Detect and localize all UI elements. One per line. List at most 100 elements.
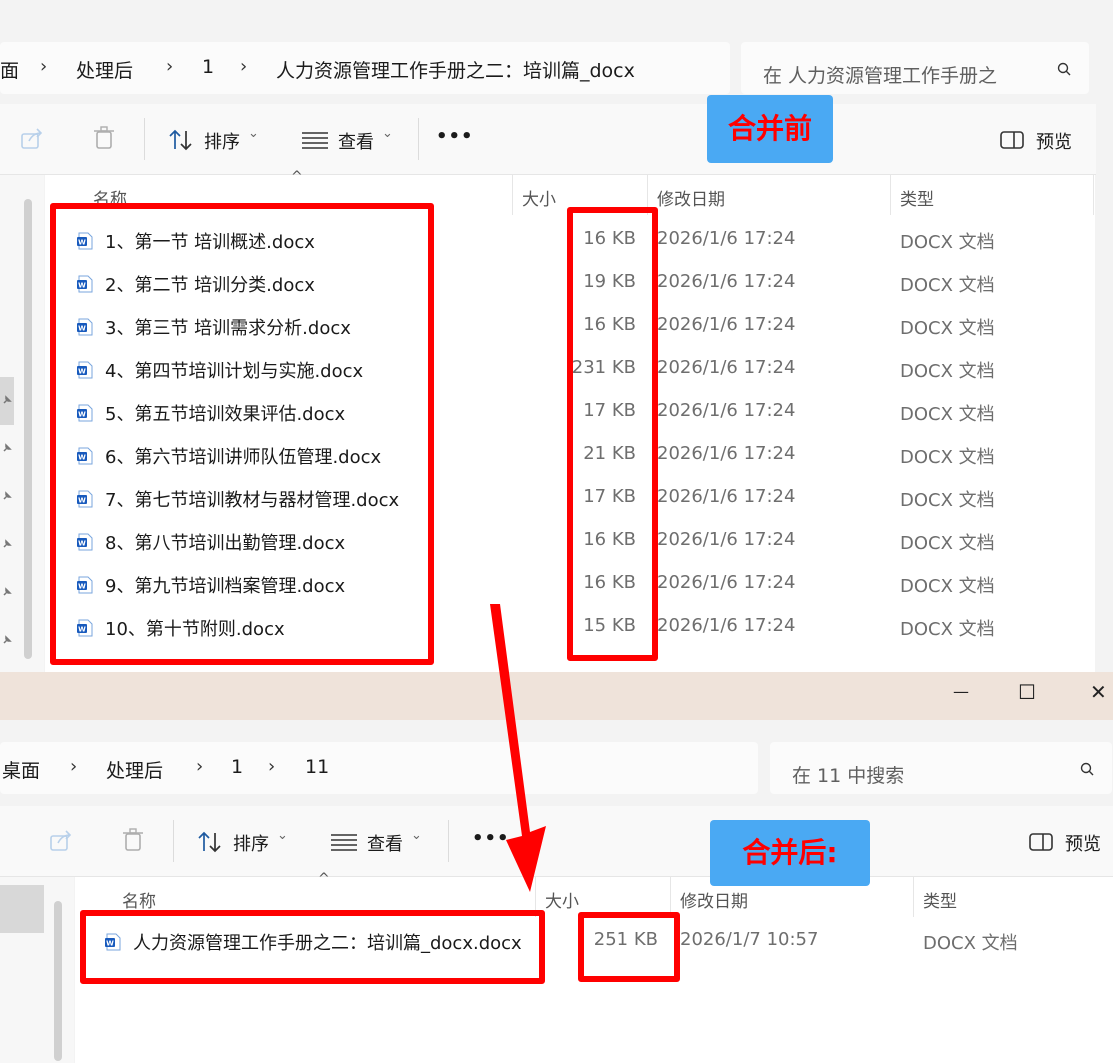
highlight-box-sizes [567, 207, 658, 661]
annotation-before-label: 合并前 [707, 95, 833, 163]
chevron-down-icon: ⌄ [277, 828, 288, 843]
column-header-type[interactable]: 类型 [923, 887, 957, 912]
share-icon[interactable] [20, 128, 44, 150]
pin-icon [3, 395, 12, 404]
search-box[interactable]: 在 11 中搜索 [770, 742, 1112, 794]
view-label: 查看 [367, 834, 403, 855]
nav-selected-item[interactable] [0, 885, 44, 933]
chevron-right-icon: › [166, 56, 174, 77]
minimize-button[interactable]: — [953, 682, 969, 701]
pin-icon [3, 635, 12, 644]
breadcrumb-desktop[interactable]: 桌面 [2, 756, 40, 783]
close-button[interactable]: ✕ [1090, 680, 1107, 704]
preview-label: 预览 [1065, 834, 1101, 855]
sort-label: 排序 [233, 834, 269, 855]
column-divider[interactable] [913, 877, 914, 917]
file-date: 2026/1/6 17:24 [657, 271, 796, 292]
arrow-annotation [490, 604, 546, 892]
column-divider[interactable] [890, 175, 891, 215]
file-date: 2026/1/6 17:24 [657, 615, 796, 636]
file-type: DOCX 文档 [900, 576, 995, 597]
column-header-date[interactable]: 修改日期 [657, 185, 725, 210]
chevron-down-icon: ⌄ [248, 126, 259, 141]
column-header-type[interactable]: 类型 [900, 185, 934, 210]
highlight-box-merged-filename [80, 910, 545, 984]
breadcrumb-desktop[interactable]: 面 [0, 56, 19, 83]
breadcrumb-current-folder[interactable]: 人力资源管理工作手册之二：培训篇_docx [276, 56, 635, 83]
file-type: DOCX 文档 [900, 404, 995, 425]
nav-scrollbar[interactable] [24, 199, 32, 659]
view-list-icon [331, 834, 357, 851]
pin-icon [3, 587, 12, 596]
view-label: 查看 [338, 132, 374, 153]
column-divider[interactable] [512, 175, 513, 215]
file-date: 2026/1/6 17:24 [657, 443, 796, 464]
column-divider[interactable] [1093, 175, 1094, 215]
file-date: 2026/1/7 10:57 [680, 929, 819, 950]
sort-icon [169, 129, 192, 151]
preview-label: 预览 [1036, 132, 1072, 153]
file-date: 2026/1/6 17:24 [657, 572, 796, 593]
file-type: DOCX 文档 [923, 933, 1018, 954]
delete-icon[interactable] [122, 828, 144, 852]
breadcrumb-1[interactable]: 1 [231, 756, 243, 778]
more-options-button[interactable]: ••• [436, 126, 474, 147]
column-divider[interactable] [670, 877, 671, 917]
maximize-button[interactable]: ☐ [1018, 680, 1036, 704]
breadcrumb-processed[interactable]: 处理后 [106, 756, 163, 783]
file-date: 2026/1/6 17:24 [657, 357, 796, 378]
search-icon [1057, 62, 1071, 76]
breadcrumb-processed[interactable]: 处理后 [76, 56, 133, 83]
file-type: DOCX 文档 [900, 318, 995, 339]
file-type: DOCX 文档 [900, 275, 995, 296]
pin-icon [3, 491, 12, 500]
chevron-down-icon: ⌄ [411, 828, 422, 843]
pin-icon [3, 539, 12, 548]
toolbar-divider [144, 118, 145, 160]
share-icon[interactable] [49, 830, 73, 852]
sort-arrow-icon: ^ [318, 871, 330, 887]
sort-button[interactable]: 排序 ⌄ [197, 828, 297, 856]
search-icon [1080, 762, 1094, 776]
toolbar-divider [173, 820, 174, 862]
toolbar-divider [448, 820, 449, 862]
nav-scrollbar[interactable] [54, 901, 62, 1061]
view-list-icon [302, 132, 328, 149]
file-type: DOCX 文档 [900, 447, 995, 468]
file-date: 2026/1/6 17:24 [657, 314, 796, 335]
highlight-box-filenames [50, 203, 434, 665]
file-type: DOCX 文档 [900, 619, 995, 640]
view-button[interactable]: 查看 ⌄ [302, 126, 402, 154]
sort-button[interactable]: 排序 ⌄ [168, 126, 268, 154]
file-date: 2026/1/6 17:24 [657, 529, 796, 550]
column-header-name[interactable]: 名称 [122, 887, 156, 912]
column-header-date[interactable]: 修改日期 [680, 887, 748, 912]
adjacent-window-edge [1096, 104, 1113, 672]
navigation-pane[interactable] [0, 175, 44, 672]
address-bar[interactable]: 面 › 处理后 › 1 › 人力资源管理工作手册之二：培训篇_docx [0, 42, 730, 94]
sort-arrow-icon: ^ [291, 169, 303, 185]
preview-button[interactable]: 预览 [1000, 126, 1090, 154]
file-date: 2026/1/6 17:24 [657, 400, 796, 421]
search-placeholder: 在 人力资源管理工作手册之 [763, 65, 998, 87]
view-button[interactable]: 查看 ⌄ [331, 828, 431, 856]
column-header-size[interactable]: 大小 [522, 185, 556, 210]
breadcrumb-current-folder[interactable]: 11 [305, 756, 329, 778]
toolbar-divider [418, 118, 419, 160]
pin-icon [3, 443, 12, 452]
navigation-pane[interactable] [0, 877, 74, 1063]
highlight-box-merged-size [578, 912, 680, 982]
sort-icon [198, 831, 221, 853]
annotation-after-label: 合并后: [710, 820, 870, 886]
breadcrumb-1[interactable]: 1 [202, 56, 214, 78]
address-bar[interactable]: 桌面 › 处理后 › 1 › 11 [0, 742, 758, 794]
chevron-right-icon: › [240, 56, 248, 77]
preview-button[interactable]: 预览 [1029, 828, 1113, 856]
search-box[interactable]: 在 人力资源管理工作手册之 [741, 42, 1089, 94]
file-type: DOCX 文档 [900, 490, 995, 511]
preview-pane-icon [1029, 833, 1053, 851]
chevron-right-icon: › [70, 756, 78, 777]
file-type: DOCX 文档 [900, 232, 995, 253]
sort-label: 排序 [204, 132, 240, 153]
delete-icon[interactable] [93, 126, 115, 150]
